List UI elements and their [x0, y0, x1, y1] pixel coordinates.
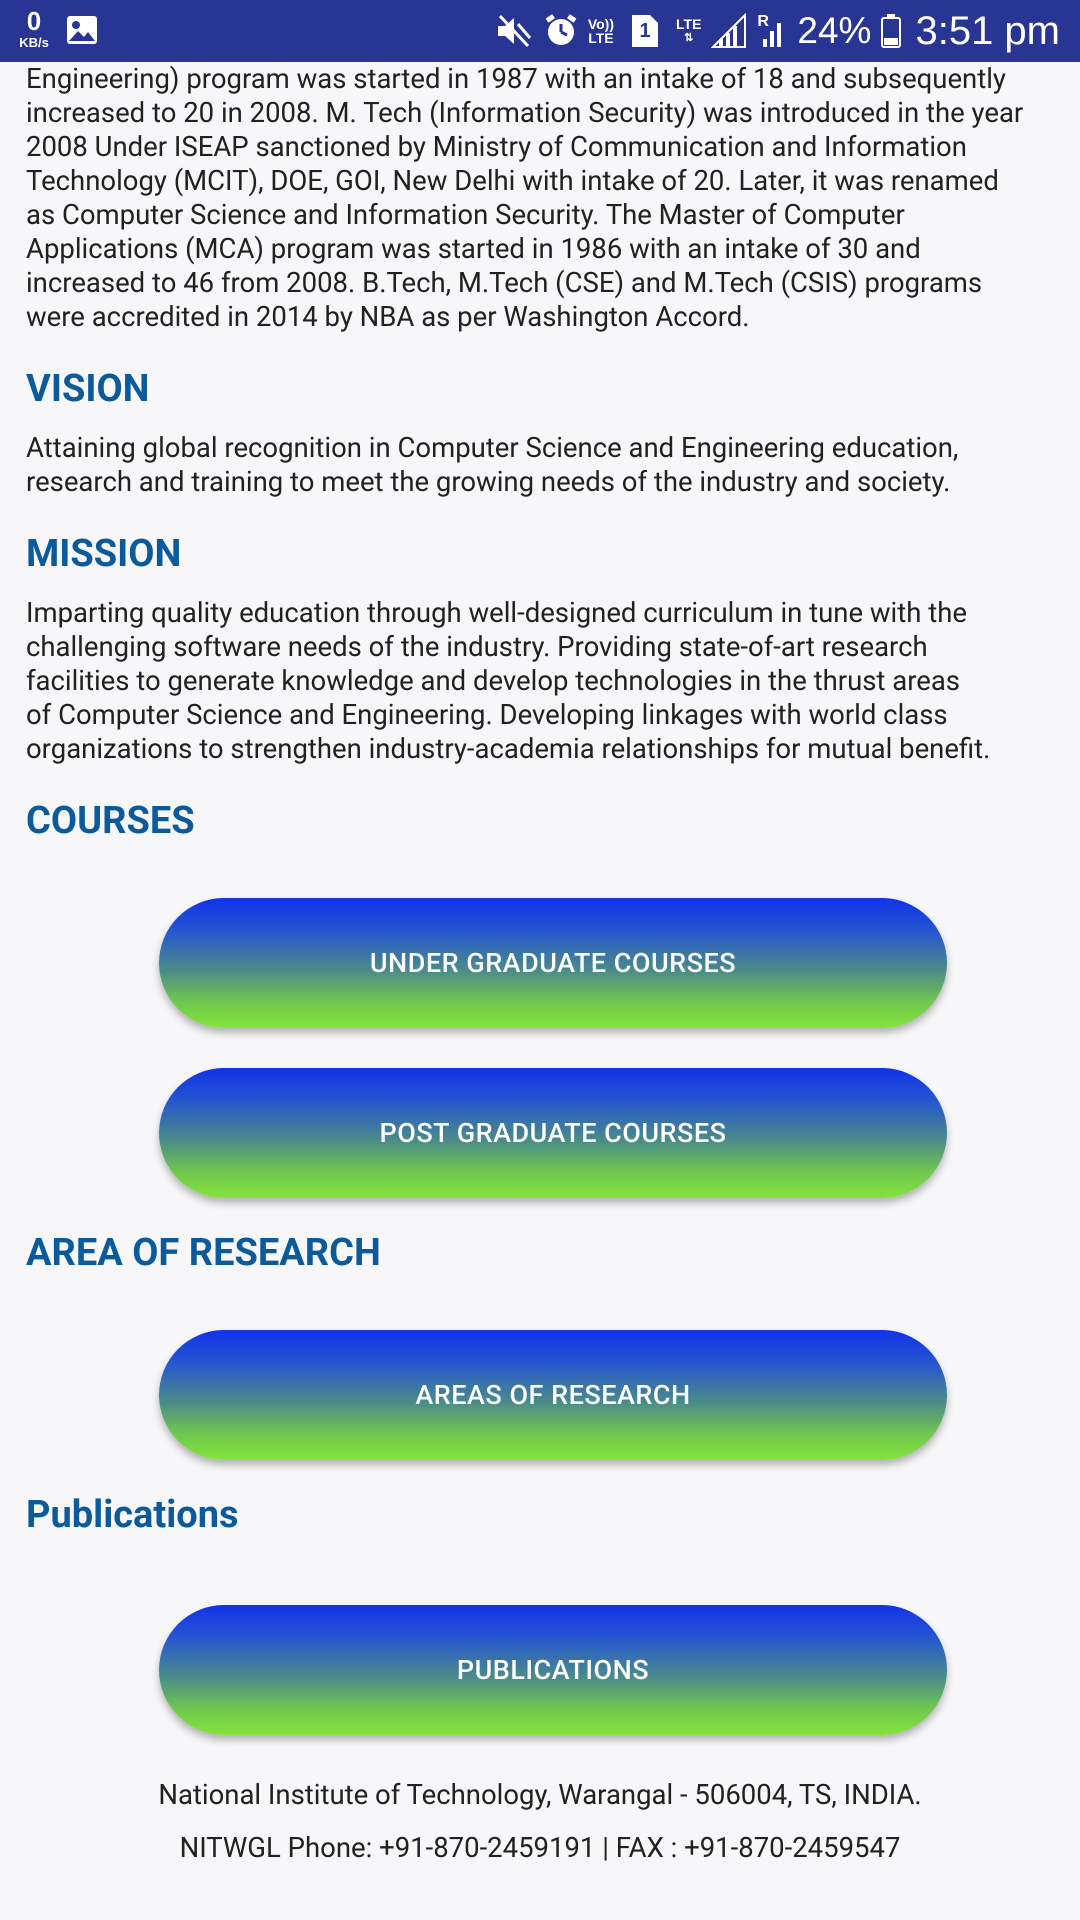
publications-button[interactable]: PUBLICATIONS — [159, 1605, 947, 1735]
network-speed-unit: KB/s — [19, 35, 49, 50]
alarm-icon — [544, 14, 578, 48]
status-bar: 0 KB/s Vo)) LTE 1 LTE ⇅ R 24% 3:51 pm — [0, 0, 1080, 62]
intro-line: Engineering) program was started in 1987… — [26, 62, 1006, 95]
footer-address: National Institute of Technology, Warang… — [158, 1778, 922, 1811]
intro-line: Technology (MCIT), DOE, GOI, New Delhi w… — [26, 164, 999, 197]
footer-contact: NITWGL Phone: +91-870-2459191 | FAX : +9… — [179, 1831, 901, 1864]
battery-icon — [881, 14, 902, 48]
area-of-research-heading: AREA OF RESEARCH — [26, 1231, 381, 1275]
mission-line: Imparting quality education through well… — [26, 596, 967, 629]
areas-of-research-button[interactable]: AREAS OF RESEARCH — [159, 1330, 947, 1460]
network-speed-value: 0 — [26, 6, 42, 36]
publications-heading: Publications — [26, 1493, 239, 1537]
intro-line: were accredited in 2014 by NBA as per Wa… — [26, 300, 750, 333]
post-graduate-courses-button[interactable]: POST GRADUATE COURSES — [159, 1068, 947, 1198]
vision-line: Attaining global recognition in Computer… — [26, 431, 959, 464]
volte-top-label: Vo)) — [587, 16, 614, 32]
intro-paragraph: Engineering) program was started in 1987… — [26, 62, 1076, 334]
mission-line: organizations to strengthen industry-aca… — [26, 732, 991, 765]
intro-line: Applications (MCA) program was started i… — [26, 232, 921, 265]
volte-icon: Vo)) LTE — [588, 17, 614, 45]
vision-line: research and training to meet the growin… — [26, 465, 951, 498]
mission-line: challenging software needs of the indust… — [26, 630, 928, 663]
clock: 3:51 pm — [915, 8, 1060, 53]
mission-heading: MISSION — [26, 532, 182, 576]
gallery-icon — [66, 15, 98, 50]
mission-paragraph: Imparting quality education through well… — [26, 596, 1076, 766]
intro-line: as Computer Science and Information Secu… — [26, 198, 905, 231]
sim-number: 1 — [639, 20, 651, 42]
vision-paragraph: Attaining global recognition in Computer… — [26, 431, 1076, 499]
intro-line: 2008 Under ISEAP sanctioned by Ministry … — [26, 130, 967, 163]
battery-percent: 24% — [797, 10, 872, 51]
sim-icon: 1 — [632, 15, 658, 47]
roaming-signal-icon: R — [757, 13, 787, 49]
lte-icon: LTE ⇅ — [676, 16, 702, 44]
network-speed-indicator: 0 KB/s — [14, 8, 54, 49]
lte-label: LTE — [676, 16, 702, 32]
mute-icon — [496, 14, 534, 48]
vision-heading: VISION — [26, 367, 150, 411]
courses-heading: COURSES — [26, 799, 195, 843]
intro-line: increased to 46 from 2008. B.Tech, M.Tec… — [26, 266, 983, 299]
mission-line: of Computer Science and Engineering. Dev… — [26, 698, 948, 731]
signal-icon — [711, 13, 747, 49]
mission-line: facilities to generate knowledge and dev… — [26, 664, 960, 697]
intro-line: increased to 20 in 2008. M. Tech (Inform… — [26, 96, 1024, 129]
volte-bottom-label: LTE — [588, 30, 614, 46]
under-graduate-courses-button[interactable]: UNDER GRADUATE COURSES — [159, 898, 947, 1028]
